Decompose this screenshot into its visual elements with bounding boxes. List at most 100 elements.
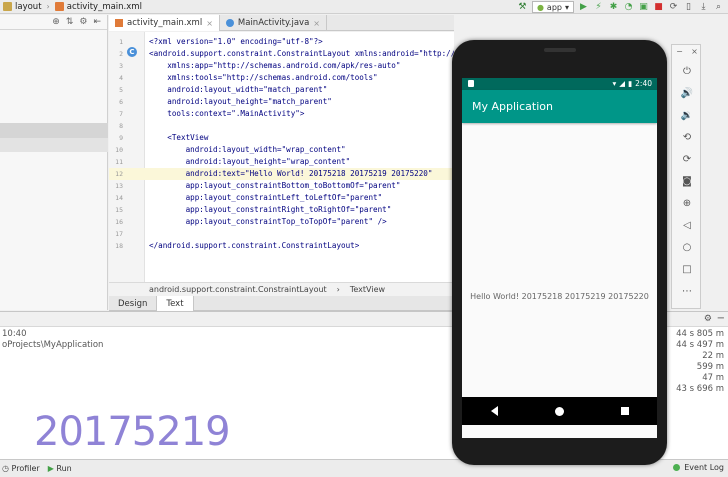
back-icon[interactable]	[490, 406, 498, 416]
line-number: 16	[115, 218, 123, 226]
wifi-icon: ▾	[612, 79, 617, 88]
back-icon[interactable]: ◁	[681, 219, 693, 231]
tab-design[interactable]: Design	[109, 296, 158, 311]
apply-changes-icon[interactable]: ⚡	[593, 2, 604, 13]
recents-icon[interactable]	[620, 407, 629, 415]
more-icon[interactable]: ⋯	[681, 285, 693, 297]
java-class-icon	[225, 19, 234, 27]
code-line[interactable]: 16 app:layout_constraintTop_toTopOf="par…	[109, 216, 454, 228]
code-line[interactable]: 4 xmlns:tools="http://schemas.android.co…	[109, 72, 454, 84]
volume-down-icon[interactable]: 🔉	[681, 109, 693, 121]
code-line[interactable]: 5 android:layout_width="match_parent"	[109, 84, 454, 96]
code-line[interactable]: 6 android:layout_height="match_parent"	[109, 96, 454, 108]
close-icon[interactable]: ×	[206, 19, 213, 28]
build-duration: 47 m	[702, 373, 724, 383]
build-duration: 43 s 696 m	[676, 384, 724, 394]
breadcrumb-file[interactable]: activity_main.xml	[52, 2, 145, 12]
search-icon[interactable]: ⌕	[713, 2, 724, 13]
code-line[interactable]: 10 android:layout_width="wrap_content"	[109, 144, 454, 156]
attach-debugger-icon[interactable]: ▣	[638, 2, 649, 13]
rotate-right-icon[interactable]: ⟳	[681, 153, 693, 165]
breadcrumb-layout[interactable]: layout	[0, 2, 45, 12]
code-line[interactable]: 12 android:text="Hello World! 20175218 2…	[109, 168, 454, 180]
stop-icon[interactable]: ■	[653, 2, 664, 13]
line-number: 3	[119, 62, 123, 70]
app-bar: My Application	[462, 90, 657, 123]
home-icon[interactable]: ○	[681, 241, 693, 253]
android-icon: ●	[536, 2, 544, 12]
code-text: xmlns:app="http://schemas.android.com/ap…	[149, 61, 401, 70]
code-text: </android.support.constraint.ConstraintL…	[149, 241, 360, 250]
tab-main-activity-java[interactable]: MainActivity.java ×	[220, 15, 327, 31]
sdk-manager-icon[interactable]: ⤓	[698, 2, 709, 13]
run-icon[interactable]: ▶	[578, 2, 589, 13]
close-icon[interactable]: ×	[691, 47, 698, 56]
code-line[interactable]: 3 xmlns:app="http://schemas.android.com/…	[109, 60, 454, 72]
build-duration: 44 s 805 m	[676, 329, 724, 339]
emulator-screen[interactable]: ▾ ◢ ▮ 2:40 My Application Hello World! 2…	[462, 78, 657, 438]
home-icon[interactable]	[554, 406, 564, 416]
project-tree-selected-row[interactable]	[0, 123, 108, 138]
code-line[interactable]: 17	[109, 228, 454, 240]
gear-icon[interactable]: ⚙	[704, 314, 712, 324]
hide-icon[interactable]: ⇤	[93, 17, 101, 27]
emulator-controls: − × ⏻ 🔊 🔉 ⟲ ⟳ ◙ ⊕ ◁ ○ □ ⋯	[671, 44, 701, 309]
profile-icon[interactable]: ◔	[623, 2, 634, 13]
volume-up-icon[interactable]: 🔊	[681, 87, 693, 99]
app-title: My Application	[472, 100, 553, 113]
code-line[interactable]: 1 <?xml version="1.0" encoding="utf-8"?>	[109, 36, 454, 48]
camera-icon[interactable]: ◙	[681, 175, 693, 187]
code-line[interactable]: 14 app:layout_constraintLeft_toLeftOf="p…	[109, 192, 454, 204]
project-tree-row[interactable]	[0, 138, 108, 152]
status-icons: ▾ ◢ ▮ 2:40	[612, 79, 652, 88]
minimize-icon[interactable]: −	[717, 313, 725, 324]
rotate-left-icon[interactable]: ⟲	[681, 131, 693, 143]
run-config-select[interactable]: ● app ▾	[531, 1, 574, 13]
sync-icon[interactable]: ⟳	[668, 2, 679, 13]
code-line[interactable]: 7 tools:context=".MainActivity">	[109, 108, 454, 120]
make-project-icon[interactable]: ⚒	[517, 2, 528, 13]
profiler-button[interactable]: ◷ Profiler	[2, 464, 40, 473]
power-icon[interactable]: ⏻	[681, 65, 693, 77]
collapse-icon[interactable]: ⇅	[66, 17, 74, 27]
avd-manager-icon[interactable]: ▯	[683, 2, 694, 13]
run-icon: ▶	[47, 464, 54, 473]
hello-textview: Hello World! 20175218 20175219 20175220	[470, 292, 649, 301]
code-text: app:layout_constraintBottom_toBottomOf="…	[149, 181, 401, 190]
project-panel-header: ⊕ ⇅ ⚙ ⇤	[0, 15, 107, 30]
code-line[interactable]: 8	[109, 120, 454, 132]
status-right: Event Log	[673, 463, 724, 472]
student-id-overlay: 20175219	[34, 409, 231, 455]
code-line[interactable]: 2 <android.support.constraint.ConstraintL…	[109, 48, 454, 60]
sd-card-icon	[468, 80, 474, 87]
event-log-icon	[673, 464, 681, 471]
code-line[interactable]: 9 <TextView	[109, 132, 454, 144]
event-log-button[interactable]: Event Log	[684, 463, 724, 472]
line-number: 10	[115, 146, 123, 154]
code-line[interactable]: 18 </android.support.constraint.Constrain…	[109, 240, 454, 252]
run-button[interactable]: ▶ Run	[48, 464, 72, 473]
breadcrumb-layout-label: layout	[15, 1, 42, 12]
overview-icon[interactable]: □	[681, 263, 693, 275]
gear-icon[interactable]: ⚙	[79, 17, 87, 27]
target-icon[interactable]: ⊕	[52, 17, 60, 27]
code-text: app:layout_constraintRight_toRightOf="pa…	[149, 205, 392, 214]
design-text-tabs: Design Text	[109, 296, 454, 311]
tab-text[interactable]: Text	[157, 296, 194, 311]
zoom-icon[interactable]: ⊕	[681, 197, 693, 209]
tab-activity-main-xml[interactable]: activity_main.xml ×	[109, 15, 220, 31]
code-text: <android.support.constraint.ConstraintLa…	[149, 49, 454, 58]
code-line[interactable]: 15 app:layout_constraintRight_toRightOf=…	[109, 204, 454, 216]
debug-icon[interactable]: ✱	[608, 2, 619, 13]
tab-label: MainActivity.java	[237, 18, 310, 28]
code-line[interactable]: 11 android:layout_height="wrap_content"	[109, 156, 454, 168]
code-line[interactable]: 13 app:layout_constraintBottom_toBottomO…	[109, 180, 454, 192]
code-text: app:layout_constraintTop_toTopOf="parent…	[149, 217, 387, 226]
editor-crumb-layout[interactable]: android.support.constraint.ConstraintLay…	[149, 285, 327, 294]
close-icon[interactable]: ×	[313, 19, 320, 28]
code-editor[interactable]: C 1 <?xml version="1.0" encoding="utf-8"?…	[109, 32, 454, 282]
line-number: 4	[119, 74, 123, 82]
android-nav-bar	[462, 397, 657, 425]
editor-crumb-textview[interactable]: TextView	[350, 285, 385, 294]
minimize-icon[interactable]: −	[676, 47, 683, 56]
